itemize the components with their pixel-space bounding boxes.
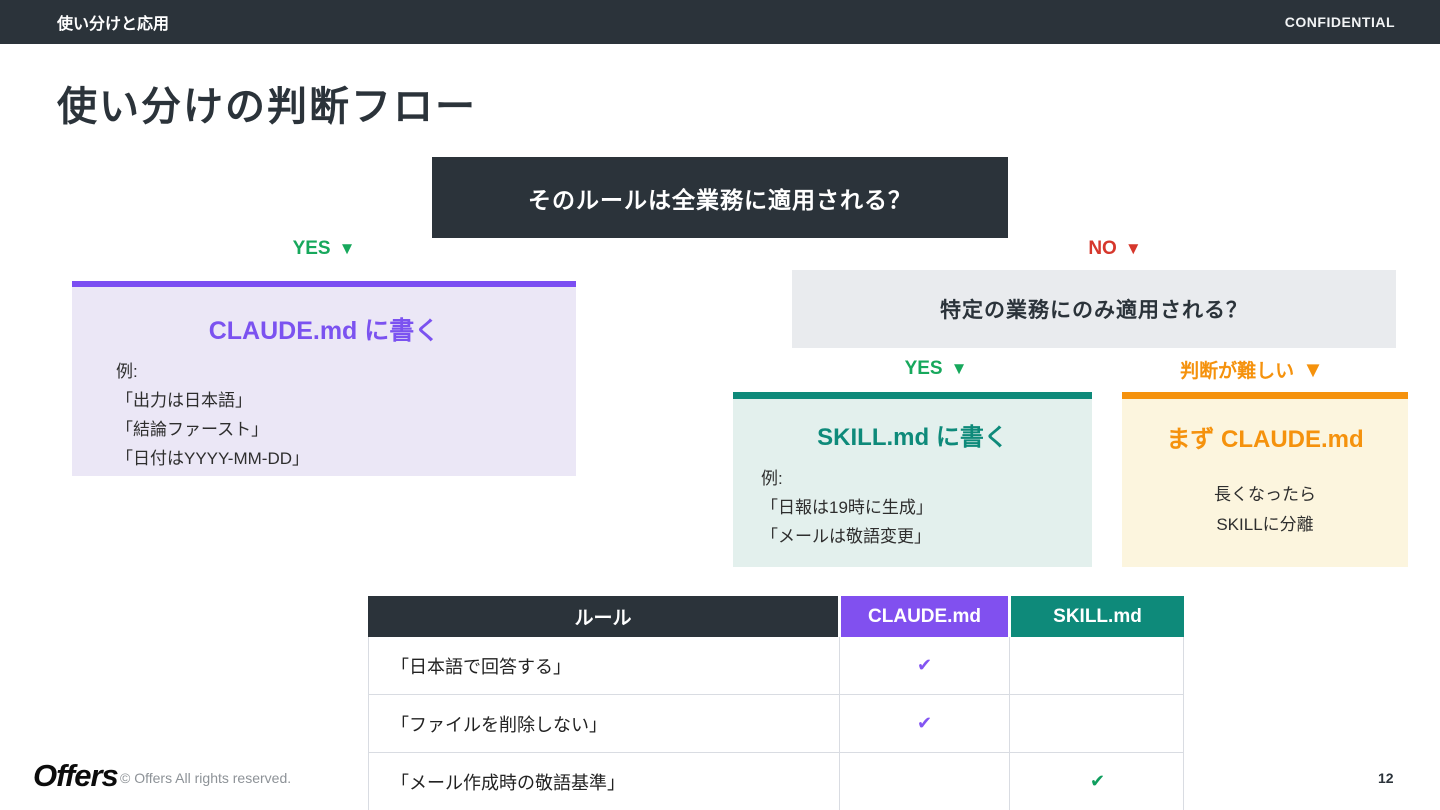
example-item: 「出力は日本語」 [116,391,252,410]
example-item: 「メールは敬語変更」 [761,527,931,546]
top-bar: 使い分けと応用 CONFIDENTIAL [0,0,1440,44]
down-arrow-icon: ▼ [950,359,968,378]
branch-label-yes: YES ▼ [293,238,356,260]
claude-check-cell: ✔ [839,695,1009,752]
confidential-label: CONFIDENTIAL [1284,14,1395,30]
table-header-rule: ルール [368,596,838,637]
table-header-skill: SKILL.md [1008,596,1184,637]
fallback-box-note: 長くなったら SKILLに分離 [1122,480,1408,540]
down-arrow-icon: ▼ [338,239,356,258]
example-label: 例: [116,362,138,381]
example-item: 「日報は19時に生成」 [761,498,933,517]
sub-question-box: 特定の業務にのみ適用される？ [792,270,1396,348]
fallback-note-line: SKILLに分離 [1216,515,1314,534]
claude-check-cell: ✔ [839,637,1009,694]
skill-md-result-box: SKILL.md に書く 例: 「日報は19時に生成」 「メールは敬語変更」 [733,392,1092,567]
rule-cell: 「日本語で回答する」 [391,656,571,677]
table-row: 「日本語で回答する」 ✔ [368,637,1184,695]
table-header-row: ルール CLAUDE.md SKILL.md [368,596,1184,637]
example-item: 「結論ファースト」 [116,420,269,439]
claude-box-title: CLAUDE.md に書く [208,317,440,345]
down-arrow-icon: ▼ [1124,239,1142,258]
claude-check-cell [839,753,1009,810]
page-title: 使い分けの判断フロー [57,85,477,129]
rule-cell: 「メール作成時の敬語基準」 [391,772,625,793]
rule-comparison-table: ルール CLAUDE.md SKILL.md 「日本語で回答する」 ✔ 「ファイ… [368,596,1184,810]
fallback-note-line: 長くなったら [1214,485,1316,504]
table-header-claude: CLAUDE.md [838,596,1008,637]
page-number: 12 [1378,770,1394,786]
branch-label-yes-text: YES [292,238,331,259]
section-label: 使い分けと応用 [57,16,170,33]
sub-branch-label-hard: 判断が難しい ▼ [1180,356,1324,383]
sub-branch-yes-text: YES [904,358,943,379]
offers-logo: Offers [33,758,119,793]
sub-branch-label-yes: YES ▼ [905,358,968,380]
branch-label-no-text: NO [1088,238,1117,259]
skill-box-examples: 例: 「日報は19時に生成」 「メールは敬語変更」 [761,464,1092,551]
claude-md-result-box: CLAUDE.md に書く 例: 「出力は日本語」 「結論ファースト」 「日付は… [72,281,576,476]
skill-box-title: SKILL.md に書く [817,424,1008,451]
skill-check-cell [1009,695,1185,752]
table-row: 「ファイルを削除しない」 ✔ [368,695,1184,753]
rule-cell: 「ファイルを削除しない」 [391,714,607,735]
down-arrow-icon: ▼ [1302,357,1324,382]
table-row: 「メール作成時の敬語基準」 ✔ [368,753,1184,810]
fallback-result-box: まず CLAUDE.md 長くなったら SKILLに分離 [1122,392,1408,567]
skill-check-cell: ✔ [1009,753,1185,810]
slide: 使い分けと応用 CONFIDENTIAL 使い分けの判断フロー そのルールは全業… [0,0,1440,810]
fallback-box-title: まず CLAUDE.md [1166,426,1364,453]
skill-check-cell [1009,637,1185,694]
sub-branch-hard-text: 判断が難しい [1180,361,1295,382]
root-question-box: そのルールは全業務に適用される？ [432,157,1008,238]
table-body: 「日本語で回答する」 ✔ 「ファイルを削除しない」 ✔ 「メール作成時の敬語基準… [368,637,1184,810]
example-label: 例: [761,469,783,488]
copyright-text: © Offers All rights reserved. [120,770,292,786]
example-item: 「日付はYYYY-MM-DD」 [116,449,309,468]
claude-box-examples: 例: 「出力は日本語」 「結論ファースト」 「日付はYYYY-MM-DD」 [116,357,576,473]
branch-label-no: NO ▼ [1088,238,1141,260]
